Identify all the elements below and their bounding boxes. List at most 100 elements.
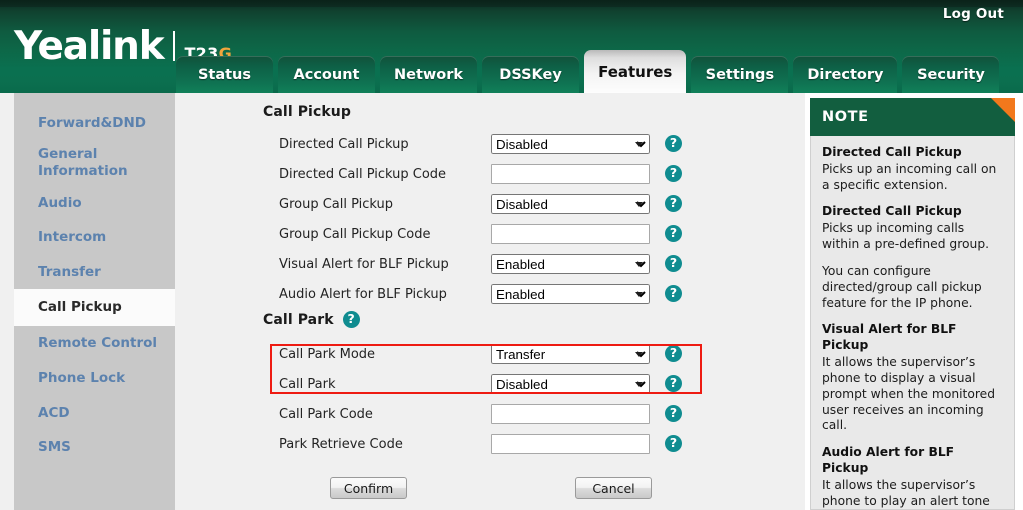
sidebar-item-transfer[interactable]: Transfer	[14, 255, 175, 289]
field-row-call-park-mode: Call Park Mode TransferFAC?	[175, 339, 805, 369]
section-heading-call-park: Call Park ?	[263, 311, 360, 328]
tab-network[interactable]: Network	[380, 56, 478, 93]
note-term: Directed Call Pickup	[822, 145, 962, 159]
select-directed-call-pickup[interactable]: DisabledEnabled	[491, 134, 650, 154]
tab-label: Network	[394, 66, 464, 83]
tab-label: Security	[917, 66, 985, 83]
tab-label: Status	[197, 66, 252, 83]
field-label-park-retrieve-code: Park Retrieve Code	[279, 436, 403, 452]
tab-features[interactable]: Features	[584, 50, 687, 93]
tab-dsskey[interactable]: DSSKey	[482, 56, 580, 93]
help-icon-visual-alert-for-blf-pickup[interactable]: ?	[665, 255, 682, 272]
help-icon-directed-call-pickup[interactable]: ?	[665, 135, 682, 152]
select-wrapper-group-call-pickup: DisabledEnabled	[491, 194, 650, 214]
help-icon-call-park[interactable]: ?	[342, 311, 360, 328]
tab-label: Settings	[705, 66, 775, 83]
input-call-park-code[interactable]	[491, 404, 650, 424]
help-icon-group-call-pickup[interactable]: ?	[665, 195, 682, 212]
select-group-call-pickup[interactable]: DisabledEnabled	[491, 194, 650, 214]
help-icon-park-retrieve-code[interactable]: ?	[665, 435, 682, 452]
help-icon-group-call-pickup-code[interactable]: ?	[665, 225, 682, 242]
help-icon-audio-alert-for-blf-pickup[interactable]: ?	[665, 285, 682, 302]
input-group-call-pickup-code[interactable]	[491, 224, 650, 244]
select-wrapper-call-park-mode: TransferFAC	[491, 344, 650, 364]
sidebar-item-remote-control[interactable]: Remote Control	[14, 326, 175, 361]
help-icon-call-park[interactable]: ?	[665, 375, 682, 392]
select-wrapper-directed-call-pickup: DisabledEnabled	[491, 134, 650, 154]
field-row-group-call-pickup-code: Group Call Pickup Code?	[175, 219, 805, 249]
tab-account[interactable]: Account	[278, 56, 375, 93]
logout-link[interactable]: Log Out	[943, 6, 1004, 22]
field-label-call-park-mode: Call Park Mode	[279, 346, 376, 362]
tab-status[interactable]: Status	[176, 56, 273, 93]
tab-label: Features	[598, 62, 673, 81]
sidebar-item-intercom[interactable]: Intercom	[14, 220, 175, 255]
note-description: It allows the supervisor’s phone to play…	[822, 477, 990, 508]
header-top-shadow	[0, 0, 1023, 7]
brand-name: Yealink	[14, 24, 165, 69]
field-row-visual-alert-for-blf-pickup: Visual Alert for BLF Pickup DisabledEnabl…	[175, 249, 805, 279]
field-row-directed-call-pickup-code: Directed Call Pickup Code?	[175, 159, 805, 189]
sidebar-item-forward-dnd[interactable]: Forward&DND	[14, 107, 175, 139]
sidebar-item-label: Audio	[38, 194, 82, 211]
select-wrapper-audio-alert-for-blf-pickup: DisabledEnabled	[491, 284, 650, 304]
help-icon-call-park-mode[interactable]: ?	[665, 345, 682, 362]
sidebar-item-label: Phone Lock	[38, 370, 126, 387]
help-icon-directed-call-pickup-code[interactable]: ?	[665, 165, 682, 182]
sidebar-item-sms[interactable]: SMS	[14, 430, 175, 465]
field-row-park-retrieve-code: Park Retrieve Code?	[175, 429, 805, 459]
settings-form: Call Pickup Call Park ? Directed Call Pi…	[175, 93, 805, 510]
note-description: Picks up incoming calls within a pre-def…	[822, 221, 990, 252]
section-heading-call-pickup: Call Pickup	[263, 104, 351, 120]
note-description: It allows the supervisor’s phone to disp…	[822, 354, 996, 433]
select-call-park[interactable]: DisabledEnabled	[491, 374, 650, 394]
folded-corner-icon	[991, 98, 1015, 122]
tab-label: Account	[293, 66, 360, 83]
page-header: Log Out Yealink T23G Status Account Networ…	[0, 0, 1023, 93]
sidebar-item-label: Transfer	[38, 263, 101, 280]
input-park-retrieve-code[interactable]	[491, 434, 650, 454]
note-panel-header: NOTE	[810, 98, 1015, 136]
field-row-group-call-pickup: Group Call Pickup DisabledEnabled?	[175, 189, 805, 219]
sidebar-item-audio[interactable]: Audio	[14, 186, 175, 220]
section-heading-call-pickup-label: Call Pickup	[263, 104, 351, 120]
help-icon-call-park-code[interactable]: ?	[665, 405, 682, 422]
select-call-park-mode[interactable]: TransferFAC	[491, 344, 650, 364]
note-term: Directed Call Pickup	[822, 204, 962, 219]
tab-directory[interactable]: Directory	[793, 56, 898, 93]
field-label-group-call-pickup-code: Group Call Pickup Code	[279, 226, 431, 242]
section-heading-call-park-label: Call Park	[263, 311, 334, 328]
field-row-call-park: Call Park DisabledEnabled?	[175, 369, 805, 399]
sidebar-item-label: Remote Control	[38, 335, 158, 352]
sidebar-item-label: Forward&DND	[38, 114, 146, 131]
select-visual-alert-for-blf-pickup[interactable]: DisabledEnabled	[491, 254, 650, 274]
note-panel-body: Directed Call Pickup Picks up an incoming…	[810, 136, 1015, 510]
tab-settings[interactable]: Settings	[691, 56, 789, 93]
confirm-button[interactable]: Confirm	[330, 477, 407, 499]
note-panel: NOTE Directed Call Pickup Picks up an inc…	[805, 93, 1023, 510]
field-row-audio-alert-for-blf-pickup: Audio Alert for BLF Pickup DisabledEnable…	[175, 279, 805, 309]
note-term: Audio Alert for BLF Pickup	[822, 445, 955, 475]
tab-label: Directory	[807, 66, 884, 83]
tab-security[interactable]: Security	[902, 56, 1000, 93]
sidebar-item-call-pickup[interactable]: Call Pickup	[14, 289, 175, 326]
select-wrapper-call-park: DisabledEnabled	[491, 374, 650, 394]
note-description: Picks up an incoming call on a specific …	[822, 161, 997, 192]
sidebar-item-label: Call Pickup	[38, 299, 122, 316]
field-row-call-park-code: Call Park Code?	[175, 399, 805, 429]
sidebar-item-acd[interactable]: ACD	[14, 396, 175, 430]
field-label-directed-call-pickup-code: Directed Call Pickup Code	[279, 166, 447, 182]
select-wrapper-visual-alert-for-blf-pickup: DisabledEnabled	[491, 254, 650, 274]
sidebar-item-general-information[interactable]: General Information	[14, 139, 175, 186]
cancel-button[interactable]: Cancel	[575, 477, 652, 499]
sidebar-menu: Forward&DND General Information Audio Inter…	[14, 93, 175, 510]
select-audio-alert-for-blf-pickup[interactable]: DisabledEnabled	[491, 284, 650, 304]
sidebar-item-phone-lock[interactable]: Phone Lock	[14, 361, 175, 396]
field-label-visual-alert-for-blf-pickup: Visual Alert for BLF Pickup	[279, 256, 449, 272]
left-rail	[0, 93, 14, 510]
sidebar-item-label: SMS	[38, 439, 71, 456]
field-label-directed-call-pickup: Directed Call Pickup	[279, 136, 409, 152]
note-panel-title: NOTE	[822, 109, 869, 125]
input-directed-call-pickup-code[interactable]	[491, 164, 650, 184]
field-label-call-park: Call Park	[279, 376, 336, 392]
